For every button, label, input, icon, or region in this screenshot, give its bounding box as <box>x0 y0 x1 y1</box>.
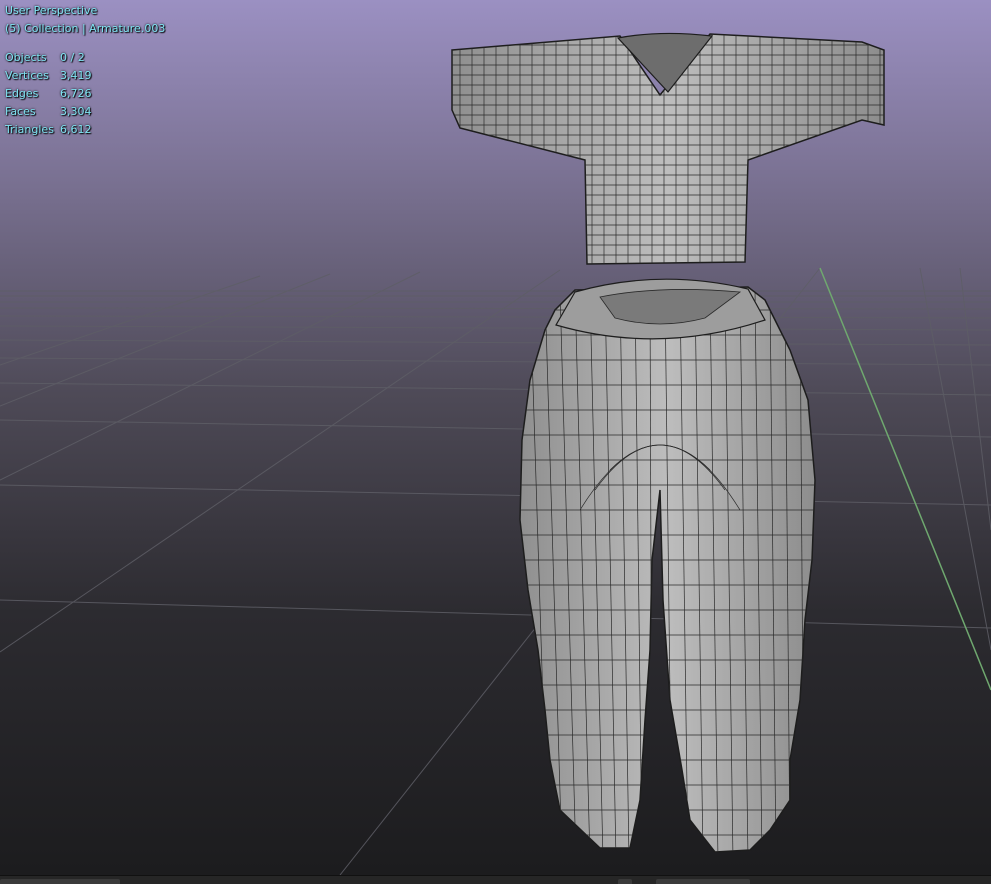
status-bar-segment[interactable] <box>656 879 750 884</box>
stat-value: 3,419 <box>60 69 92 82</box>
view-name-label: User Perspective <box>5 4 98 17</box>
shirt-mesh <box>451 32 885 265</box>
stat-value: 3,304 <box>60 105 92 118</box>
stat-label: Edges <box>5 87 39 100</box>
stat-row-vertices: Vertices 3,419 <box>5 67 165 85</box>
stat-row-triangles: Triangles 6,612 <box>5 121 165 139</box>
stat-row-faces: Faces 3,304 <box>5 103 165 121</box>
stat-row-edges: Edges 6,726 <box>5 85 165 103</box>
viewport-info-overlay: User Perspective (5) Collection | Armatu… <box>5 2 165 139</box>
stat-label: Objects <box>5 51 47 64</box>
pants-mesh <box>519 278 816 853</box>
collection-info-label: (5) Collection | Armature.003 <box>5 22 166 35</box>
stat-label: Vertices <box>5 69 49 82</box>
stat-value: 0 / 2 <box>60 51 85 64</box>
stat-label: Faces <box>5 105 36 118</box>
3d-viewport[interactable]: User Perspective (5) Collection | Armatu… <box>0 0 991 875</box>
stat-row-objects: Objects 0 / 2 <box>5 49 165 67</box>
stat-value: 6,612 <box>60 123 92 136</box>
scene-statistics: Objects 0 / 2 Vertices 3,419 Edges 6,726… <box>5 49 165 139</box>
y-axis-line <box>819 267 991 691</box>
ground-grid <box>0 267 991 875</box>
stat-label: Triangles <box>5 123 54 136</box>
stat-value: 6,726 <box>60 87 92 100</box>
status-bar-segment[interactable] <box>618 879 632 884</box>
status-bar-segment[interactable] <box>0 879 120 884</box>
